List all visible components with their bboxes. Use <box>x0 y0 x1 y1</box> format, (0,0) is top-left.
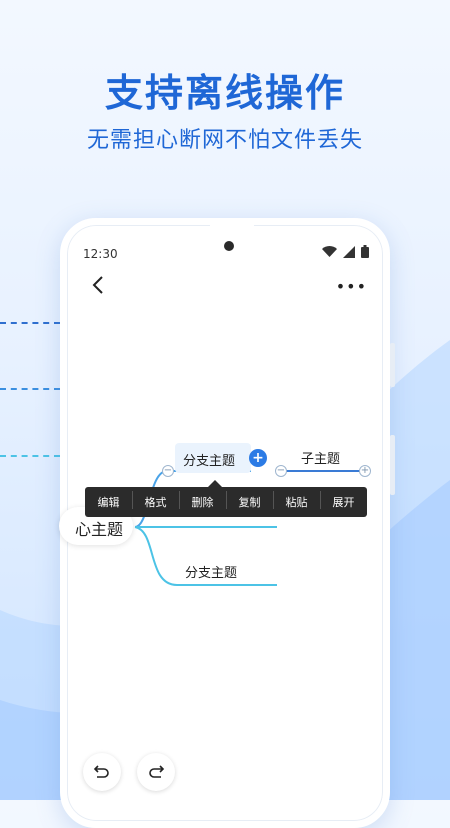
dashed-line-1 <box>0 322 60 324</box>
more-dots-icon[interactable]: ••• <box>336 277 367 296</box>
phone-frame: 12:30 ••• 心主题 分支主题 + − − + 子主题 分支主题 编辑 格… <box>59 218 395 828</box>
menu-item-expand[interactable]: 展开 <box>320 491 367 510</box>
redo-button[interactable] <box>137 753 175 791</box>
undo-icon <box>93 765 109 778</box>
mindmap-branch-node[interactable]: 分支主题 <box>185 562 237 581</box>
menu-item-edit[interactable]: 编辑 <box>85 494 132 510</box>
battery-icon <box>361 245 369 258</box>
status-icons <box>322 245 369 258</box>
phone-side-button <box>390 435 395 495</box>
headline: 支持离线操作 <box>104 71 345 115</box>
context-menu-pointer <box>208 480 222 487</box>
context-menu: 编辑 格式 删除 复制 粘贴 展开 <box>85 487 367 517</box>
undo-button[interactable] <box>83 753 121 791</box>
expand-icon[interactable]: + <box>359 465 371 477</box>
add-node-icon[interactable]: + <box>249 449 267 467</box>
menu-item-delete[interactable]: 删除 <box>179 491 226 510</box>
chevron-left-icon[interactable] <box>87 273 111 297</box>
mindmap-child-node[interactable]: 子主题 <box>301 448 340 467</box>
collapse-icon[interactable]: − <box>162 465 174 477</box>
redo-icon <box>149 765 165 778</box>
mindmap-connectors <box>134 470 365 586</box>
dashed-line-2 <box>0 388 60 390</box>
menu-item-copy[interactable]: 复制 <box>226 491 273 510</box>
mindmap-branch-node-selected[interactable]: 分支主题 <box>175 443 251 473</box>
phone-side-button <box>390 343 395 387</box>
status-time: 12:30 <box>83 247 118 261</box>
camera-icon <box>224 241 234 251</box>
menu-item-format[interactable]: 格式 <box>132 491 179 510</box>
wifi-icon <box>322 246 337 257</box>
signal-icon <box>343 246 355 258</box>
dashed-line-3 <box>0 455 60 457</box>
subline: 无需担心断网不怕文件丢失 <box>86 128 363 153</box>
mindmap-canvas[interactable]: 心主题 分支主题 + − − + 子主题 分支主题 编辑 格式 删除 复制 粘贴… <box>59 311 383 791</box>
branch-node-label: 分支主题 <box>183 454 236 469</box>
root-node-label: 心主题 <box>74 520 123 539</box>
menu-item-paste[interactable]: 粘贴 <box>273 491 320 510</box>
collapse-icon[interactable]: − <box>275 465 287 477</box>
